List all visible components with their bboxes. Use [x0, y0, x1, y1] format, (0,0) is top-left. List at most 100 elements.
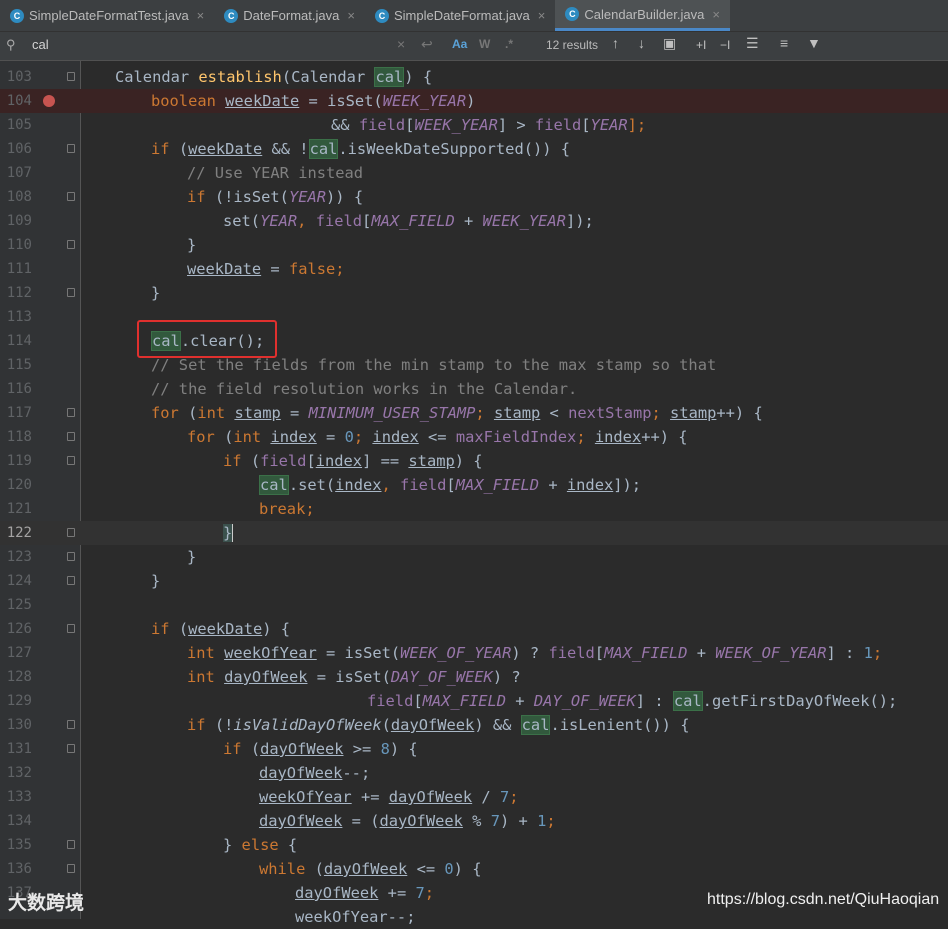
- code-token: +: [539, 476, 567, 494]
- code-token: field: [367, 692, 414, 710]
- tab-simpledateformat[interactable]: C SimpleDateFormat.java ×: [365, 0, 555, 31]
- code-token: ,: [297, 212, 316, 230]
- previous-occurrence-icon[interactable]: ↑: [612, 35, 619, 51]
- code-token: ;: [509, 788, 519, 806]
- code-token: (!isSet(: [214, 188, 289, 206]
- select-all-icon[interactable]: ▣: [663, 35, 676, 52]
- line-number: 113: [6, 309, 32, 325]
- code-token: if: [187, 716, 215, 734]
- next-occurrence-icon[interactable]: ↓: [638, 35, 645, 51]
- code-line: 131 if (dayOfWeek >= 8) {: [0, 737, 948, 761]
- code-token: index: [315, 452, 363, 470]
- code-line: 128 int dayOfWeek = isSet(DAY_OF_WEEK) ?: [0, 665, 948, 689]
- fold-marker-icon[interactable]: [67, 456, 75, 465]
- fold-marker-icon[interactable]: [67, 528, 75, 537]
- code-line: 108 if (!isSet(YEAR)) {: [0, 185, 948, 209]
- code-token: MAX_FIELD: [422, 692, 507, 710]
- code-token: dayOfWeek: [260, 740, 344, 758]
- fold-marker-icon[interactable]: [67, 624, 75, 633]
- code-token: <=: [407, 860, 445, 878]
- clear-search-icon[interactable]: ×: [397, 36, 405, 52]
- code-token: = isSet(: [299, 92, 383, 110]
- filter-icon[interactable]: ▼: [807, 35, 821, 51]
- search-input[interactable]: cal: [32, 37, 49, 52]
- code-comment: // Use YEAR instead: [187, 164, 364, 182]
- fold-marker-icon[interactable]: [67, 72, 75, 81]
- code-token: {: [287, 836, 298, 854]
- search-match: cal: [520, 715, 551, 735]
- fold-marker-icon[interactable]: [67, 840, 75, 849]
- line-number: 130: [6, 717, 32, 733]
- code-token: ] ==: [362, 452, 409, 470]
- line-number: 129: [6, 693, 32, 709]
- tab-dateformat[interactable]: C DateFormat.java ×: [214, 0, 365, 31]
- code-token: weekOfYear--;: [295, 908, 416, 926]
- code-token: dayOfWeek: [224, 668, 308, 686]
- breakpoint-icon[interactable]: [43, 95, 55, 107]
- code-token: 1: [537, 812, 547, 830]
- code-token: DAY_OF_WEEK: [390, 668, 493, 686]
- tab-simpledateformattest[interactable]: C SimpleDateFormatTest.java ×: [0, 0, 214, 31]
- code-token: (: [250, 740, 261, 758]
- fold-marker-icon[interactable]: [67, 432, 75, 441]
- fold-marker-icon[interactable]: [67, 552, 75, 561]
- code-token: ) ?: [511, 644, 549, 662]
- code-token: }: [187, 548, 197, 566]
- match-case-toggle[interactable]: Aa: [452, 37, 467, 51]
- code-line: 130 if (!isValidDayOfWeek(dayOfWeek) && …: [0, 713, 948, 737]
- code-token: =: [261, 260, 289, 278]
- watermark-logo: 大数跨境: [8, 892, 85, 914]
- code-token: index: [335, 476, 382, 494]
- fold-marker-icon[interactable]: [67, 288, 75, 297]
- line-number: 135: [6, 837, 32, 853]
- line-number: 106: [6, 141, 32, 157]
- code-token: )) {: [326, 188, 364, 206]
- close-icon[interactable]: ×: [347, 8, 355, 23]
- code-line: 132 dayOfWeek--;: [0, 761, 948, 785]
- code-token: (: [224, 428, 234, 446]
- code-token: }: [151, 572, 161, 590]
- code-token: dayOfWeek: [379, 812, 463, 830]
- code-token: stamp: [670, 404, 717, 422]
- fold-marker-icon[interactable]: [67, 192, 75, 201]
- whole-words-toggle[interactable]: W: [479, 37, 490, 51]
- code-token: field: [315, 212, 363, 230]
- fold-marker-icon[interactable]: [67, 144, 75, 153]
- add-occurrence-icon[interactable]: +I: [696, 38, 706, 52]
- fold-marker-icon[interactable]: [67, 864, 75, 873]
- search-icon[interactable]: ⚲: [6, 37, 16, 53]
- code-token: = isSet(: [316, 644, 401, 662]
- fold-marker-icon[interactable]: [67, 240, 75, 249]
- code-token: (: [314, 860, 324, 878]
- tab-calendarbuilder[interactable]: C CalendarBuilder.java ×: [555, 0, 730, 31]
- fold-marker-icon[interactable]: [67, 408, 75, 417]
- remove-occurrence-icon[interactable]: −I: [720, 38, 730, 52]
- text-caret: [232, 524, 234, 542]
- tab-label: CalendarBuilder.java: [584, 6, 705, 22]
- code-editor[interactable]: 103 Calendar establish(Calendar cal) { 1…: [0, 61, 948, 926]
- code-token: }: [151, 284, 161, 302]
- new-line-icon[interactable]: ↩: [421, 36, 433, 53]
- close-icon[interactable]: ×: [197, 8, 205, 23]
- line-number: 132: [6, 765, 32, 781]
- fold-marker-icon[interactable]: [67, 576, 75, 585]
- code-token: %: [462, 812, 491, 830]
- code-line-breakpoint: 104 boolean weekDate = isSet(WEEK_YEAR): [0, 89, 948, 113]
- watermark-url: https://blog.csdn.net/QiuHaoqian: [707, 891, 940, 908]
- close-icon[interactable]: ×: [712, 7, 720, 22]
- code-token: ++) {: [641, 428, 688, 446]
- close-icon[interactable]: ×: [538, 8, 546, 23]
- code-token: ] :: [635, 692, 673, 710]
- fold-marker-icon[interactable]: [67, 744, 75, 753]
- code-line: 127 int weekOfYear = isSet(WEEK_OF_YEAR)…: [0, 641, 948, 665]
- class-icon: C: [374, 8, 389, 23]
- code-token: index: [270, 428, 317, 446]
- multiline-icon[interactable]: ≡: [780, 35, 788, 51]
- line-number: 134: [6, 813, 32, 829]
- select-all-occurrences-icon[interactable]: ☰: [746, 35, 759, 52]
- code-token: >=: [343, 740, 381, 758]
- code-token: ) {: [453, 860, 482, 878]
- code-comment: // the field resolution works in the Cal…: [151, 380, 578, 398]
- regex-toggle[interactable]: .*: [505, 37, 513, 51]
- fold-marker-icon[interactable]: [67, 720, 75, 729]
